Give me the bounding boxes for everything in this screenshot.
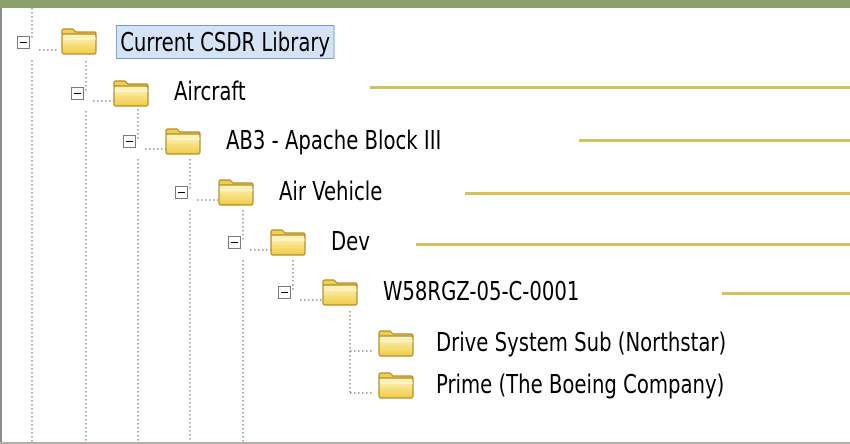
folder-icon [217, 179, 257, 207]
collapse-icon[interactable] [71, 87, 84, 100]
folder-icon [112, 80, 152, 108]
folder-icon [164, 128, 204, 156]
tree-node-dev[interactable]: Dev [331, 225, 370, 259]
collapse-icon[interactable] [228, 236, 241, 249]
tree-node-drive-system[interactable]: Drive System Sub (Northstar) [436, 326, 726, 360]
folder-icon [269, 229, 309, 257]
tree-node-air-vehicle[interactable]: Air Vehicle [279, 175, 382, 209]
tree-node-ab3[interactable]: AB3 - Apache Block III [226, 124, 441, 158]
tree-node-aircraft[interactable]: Aircraft [174, 75, 246, 109]
window-frame-top [0, 0, 850, 8]
folder-icon [377, 330, 417, 358]
tree-node-root[interactable]: Current CSDR Library [116, 25, 335, 59]
callout-line [722, 292, 850, 295]
collapse-icon[interactable] [175, 186, 188, 199]
callout-line [465, 192, 850, 195]
app-window: Current CSDR Library Aircraft AB3 - Apac… [0, 0, 850, 444]
collapse-icon[interactable] [123, 135, 136, 148]
tree-node-prime[interactable]: Prime (The Boeing Company) [436, 368, 724, 402]
callout-line [416, 243, 850, 246]
folder-icon [321, 279, 361, 307]
folder-icon [60, 28, 100, 56]
collapse-icon[interactable] [278, 286, 291, 299]
tree-panel[interactable]: Current CSDR Library Aircraft AB3 - Apac… [0, 8, 850, 444]
collapse-icon[interactable] [17, 36, 30, 49]
folder-icon [377, 372, 417, 400]
callout-line [370, 86, 850, 89]
tree-node-contract[interactable]: W58RGZ-05-C-0001 [383, 275, 579, 309]
callout-line [579, 139, 850, 142]
